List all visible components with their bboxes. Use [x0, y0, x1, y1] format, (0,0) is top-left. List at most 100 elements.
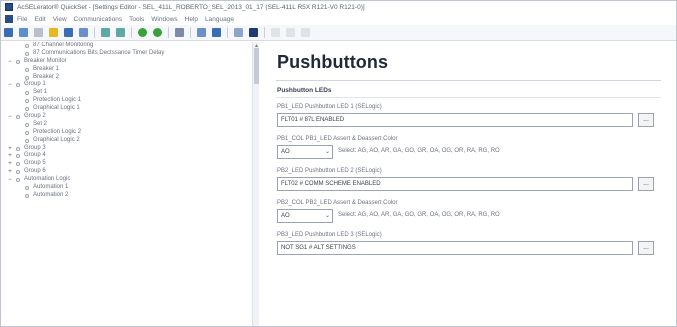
scroll-thumb[interactable]: [254, 48, 259, 84]
expand-icon[interactable]: +: [7, 169, 13, 175]
save-icon[interactable]: [64, 28, 73, 37]
pb2-col-hint: Select: AG, AO, AR, GA, GO, GR, OA, OG, …: [338, 212, 500, 218]
tree-item[interactable]: Set 2: [1, 121, 258, 129]
tree-item[interactable]: + Group 6: [1, 168, 258, 176]
tree-item[interactable]: − Breaker Monitor: [1, 58, 258, 66]
pb2-led-input[interactable]: FLT02 # COMM SCHEME ENABLED: [277, 177, 633, 191]
tree-item[interactable]: Protection Logic 1: [1, 97, 258, 105]
pb1-col-value: AO: [281, 149, 290, 155]
menu-language[interactable]: Language: [205, 16, 234, 23]
tree-item[interactable]: + Group 4: [1, 152, 258, 160]
collapse-icon[interactable]: −: [7, 114, 13, 120]
connect-icon[interactable]: [234, 28, 243, 37]
tree-node-icon: [25, 193, 29, 198]
tree-item-label: Graphical Logic 1: [33, 105, 80, 112]
tree-item-label: Group 5: [24, 160, 46, 167]
tree-node-icon: [16, 146, 20, 151]
tree-item[interactable]: − Automation Logic: [1, 176, 258, 184]
expand-icon[interactable]: +: [7, 161, 13, 167]
title-bar: AcSELerator® QuickSet - [Settings Editor…: [1, 1, 676, 13]
new-icon[interactable]: [4, 28, 13, 37]
tree-item[interactable]: + Group 5: [1, 160, 258, 168]
tree-item[interactable]: Protection Logic 2: [1, 129, 258, 137]
menu-help[interactable]: Help: [185, 16, 198, 23]
collapse-icon[interactable]: −: [7, 82, 13, 88]
settings-icon[interactable]: [175, 28, 184, 37]
tree-node-icon: [16, 83, 20, 88]
tree-item-label: Group 4: [24, 152, 46, 159]
tree-scrollbar[interactable]: ▲: [252, 42, 259, 326]
tree-item[interactable]: Set 1: [1, 89, 258, 97]
send-icon[interactable]: [101, 28, 110, 37]
chevron-down-icon: ⌄: [324, 149, 330, 155]
logic-icon[interactable]: [212, 28, 221, 37]
pb1-led-edit-button[interactable]: ...: [638, 113, 654, 127]
tree-item-label: Group 1: [24, 81, 46, 88]
tree-node-icon: [25, 44, 29, 48]
menu-view[interactable]: View: [53, 16, 67, 23]
go-back-icon[interactable]: [138, 28, 147, 37]
tree-item[interactable]: + Group 3: [1, 145, 258, 153]
read-icon[interactable]: [34, 28, 43, 37]
pb1-col-hint: Select: AG, AO, AR, GA, GO, GR, OA, OG, …: [338, 148, 500, 154]
tree-node-icon: [25, 186, 29, 191]
tree-item[interactable]: Breaker 2: [1, 74, 258, 82]
tree-node-icon: [25, 75, 29, 80]
pb2-col-select[interactable]: AO ⌄: [277, 209, 333, 223]
collapse-icon[interactable]: −: [7, 59, 13, 65]
receive-icon[interactable]: [116, 28, 125, 37]
tree-node-icon: [16, 154, 20, 159]
tree-item-label: Automation 1: [33, 184, 69, 191]
pb1-col-select[interactable]: AO ⌄: [277, 145, 333, 159]
tree-item[interactable]: Automation 2: [1, 192, 258, 200]
compare-icon[interactable]: [197, 28, 206, 37]
tree-node-icon: [16, 178, 20, 183]
pb2-col-value: AO: [281, 213, 290, 219]
tree-node-icon: [16, 170, 20, 175]
toolbar-separator: [168, 27, 169, 38]
tree-item-label: Breaker 1: [33, 65, 60, 72]
menu-windows[interactable]: Windows: [151, 16, 177, 23]
tree-item-label: Group 2: [24, 113, 46, 120]
section-divider: [276, 97, 661, 98]
tree-item[interactable]: 87 Channel Monitoring: [1, 42, 258, 50]
page-title: Pushbuttons: [277, 52, 389, 72]
open-icon[interactable]: [19, 28, 28, 37]
tree-item[interactable]: Graphical Logic 1: [1, 105, 258, 113]
toolbar-separator: [264, 27, 265, 38]
settings-tree: 87 Channel Monitoring 87 Communications B…: [1, 42, 259, 326]
go-forward-icon[interactable]: [153, 28, 162, 37]
document-icon[interactable]: [5, 15, 13, 23]
tree-node-icon: [25, 130, 29, 135]
menu-communications[interactable]: Communications: [74, 16, 122, 23]
pb3-led-input[interactable]: NOT SG1 # ALT SETTINGS: [277, 241, 633, 255]
pb2-led-edit-button[interactable]: ...: [638, 177, 654, 191]
tree-item[interactable]: − Group 1: [1, 81, 258, 89]
title-divider: [276, 80, 661, 81]
tree-item-label: Group 6: [24, 168, 46, 175]
tree-item-label: 87 Communications Bits Dectssance Timer …: [33, 49, 165, 56]
tree-item[interactable]: Automation 1: [1, 184, 258, 192]
expand-icon[interactable]: +: [7, 153, 13, 159]
tree-item[interactable]: − Group 2: [1, 113, 258, 121]
menu-bar: File Edit View Communications Tools Wind…: [1, 13, 676, 25]
tree-item-label: Breaker Monitor: [24, 57, 67, 64]
menu-edit[interactable]: Edit: [34, 16, 45, 23]
menu-file[interactable]: File: [17, 16, 27, 23]
pb1-led-input[interactable]: FLT01 # 87L ENABLED: [277, 113, 633, 127]
collapse-icon[interactable]: −: [7, 177, 13, 183]
menu-tools[interactable]: Tools: [129, 16, 144, 23]
tree-item[interactable]: 87 Communications Bits Dectssance Timer …: [1, 50, 258, 58]
toolbar-separator: [94, 27, 95, 38]
terminal-icon[interactable]: [249, 28, 258, 37]
print-icon[interactable]: [79, 28, 88, 37]
toolbar-separator: [190, 27, 191, 38]
pb3-led-edit-button[interactable]: ...: [638, 241, 654, 255]
tree-item[interactable]: Graphical Logic 2: [1, 137, 258, 145]
tree-item-label: Set 1: [33, 89, 48, 96]
folder-icon[interactable]: [49, 28, 58, 37]
expand-icon[interactable]: +: [7, 146, 13, 152]
tree-item[interactable]: Breaker 1: [1, 66, 258, 74]
tree-item-label: Automation 2: [33, 191, 69, 198]
chevron-down-icon: ⌄: [324, 213, 330, 219]
